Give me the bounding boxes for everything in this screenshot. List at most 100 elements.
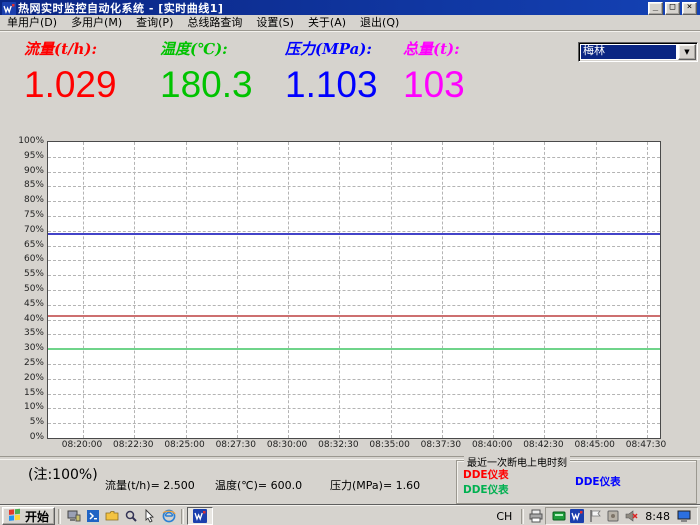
power-event-panel: 最近一次断电上电时刻 DDE仪表DDE仪表DDE仪表 bbox=[456, 460, 697, 504]
series-line-0 bbox=[48, 233, 660, 235]
minimize-button[interactable]: _ bbox=[648, 2, 663, 15]
y-axis-label: 0% bbox=[4, 432, 44, 442]
gridline bbox=[48, 246, 660, 247]
gridline bbox=[48, 379, 660, 380]
y-axis-label: 25% bbox=[4, 358, 44, 368]
taskbar-separator bbox=[58, 509, 61, 524]
y-axis-label: 45% bbox=[4, 299, 44, 309]
x-axis-label: 08:42:30 bbox=[514, 440, 572, 450]
start-button[interactable]: 开始 bbox=[2, 507, 55, 525]
desktop-icon[interactable] bbox=[65, 508, 82, 524]
x-axis-label: 08:22:30 bbox=[104, 440, 162, 450]
readout-temperature: 温度(℃):180.3 bbox=[160, 38, 253, 105]
readout-total: 总量(t):103 bbox=[403, 38, 465, 105]
menu-item[interactable]: 单用户(D) bbox=[0, 15, 64, 30]
station-dropdown-value: 梅林 bbox=[581, 45, 676, 59]
gridline bbox=[48, 260, 660, 261]
menu-item[interactable]: 退出(Q) bbox=[353, 15, 406, 30]
y-axis-label: 5% bbox=[4, 417, 44, 427]
scale-note: (注:100%) bbox=[28, 464, 98, 484]
gridline bbox=[48, 172, 660, 173]
x-axis-label: 08:20:00 bbox=[53, 440, 111, 450]
terminal-icon[interactable] bbox=[84, 508, 101, 524]
chevron-down-icon[interactable]: ▼ bbox=[678, 44, 696, 60]
y-axis-label: 35% bbox=[4, 328, 44, 338]
menu-item[interactable]: 多用户(M) bbox=[64, 15, 129, 30]
close-button[interactable]: × bbox=[682, 2, 697, 15]
taskbar-separator bbox=[521, 509, 524, 524]
flag-icon[interactable] bbox=[587, 509, 603, 523]
x-axis-label: 08:37:30 bbox=[412, 440, 470, 450]
gridline bbox=[48, 201, 660, 202]
gridline bbox=[48, 423, 660, 424]
search-icon[interactable] bbox=[122, 508, 139, 524]
readout-flow: 流量(t/h):1.029 bbox=[24, 38, 117, 105]
network-icon[interactable] bbox=[551, 509, 567, 523]
y-axis-label: 75% bbox=[4, 210, 44, 220]
gridline bbox=[48, 157, 660, 158]
readout-label-pressure: 压力(MPa): bbox=[285, 38, 378, 59]
window-title: 热网实时监控自动化系统 - [实时曲线1] bbox=[18, 0, 223, 16]
station-dropdown[interactable]: 梅林 ▼ bbox=[578, 42, 698, 62]
screen: 热网实时监控自动化系统 - [实时曲线1] _ □ × 单用户(D)多用户(M)… bbox=[0, 0, 700, 525]
readout-value-flow: 1.029 bbox=[24, 65, 117, 105]
gridline bbox=[83, 142, 84, 438]
y-axis-label: 70% bbox=[4, 225, 44, 235]
gridline bbox=[48, 334, 660, 335]
taskbar-separator bbox=[181, 509, 184, 524]
gridline bbox=[442, 142, 443, 438]
readout-value-pressure: 1.103 bbox=[285, 65, 378, 105]
device-icon[interactable] bbox=[605, 509, 621, 523]
y-axis-label: 40% bbox=[4, 314, 44, 324]
gridline bbox=[48, 320, 660, 321]
printer-icon[interactable] bbox=[528, 509, 544, 523]
y-axis-label: 60% bbox=[4, 254, 44, 264]
speaker-muted-icon[interactable] bbox=[623, 509, 639, 523]
start-button-label: 开始 bbox=[25, 508, 49, 525]
readout-value-temperature: 180.3 bbox=[160, 65, 253, 105]
menu-item[interactable]: 关于(A) bbox=[301, 15, 353, 30]
gridline bbox=[596, 142, 597, 438]
y-axis-label: 20% bbox=[4, 373, 44, 383]
menu-item[interactable]: 总线路查询 bbox=[180, 15, 249, 30]
quick-launch-bar bbox=[64, 508, 178, 524]
menu-item[interactable]: 设置(S) bbox=[249, 15, 301, 30]
power-item: DDE仪表 bbox=[463, 482, 509, 497]
series-line-1 bbox=[48, 315, 660, 317]
y-axis-label: 80% bbox=[4, 195, 44, 205]
readout-pressure: 压力(MPa): 1.103 bbox=[285, 38, 378, 105]
display-icon[interactable] bbox=[676, 509, 692, 523]
gridline bbox=[48, 231, 660, 232]
title-bar: 热网实时监控自动化系统 - [实时曲线1] _ □ × bbox=[0, 0, 700, 15]
app-task-button[interactable] bbox=[187, 507, 213, 525]
gridline bbox=[237, 142, 238, 438]
gridline bbox=[48, 305, 660, 306]
series-line-2 bbox=[48, 348, 660, 350]
gridline bbox=[391, 142, 392, 438]
gridline bbox=[493, 142, 494, 438]
tray-left-icons bbox=[527, 509, 545, 523]
y-axis-label: 55% bbox=[4, 269, 44, 279]
tray-clock[interactable]: 8:48 bbox=[640, 510, 675, 523]
y-axis-label: 15% bbox=[4, 388, 44, 398]
y-axis-label: 50% bbox=[4, 284, 44, 294]
gridline bbox=[134, 142, 135, 438]
gridline bbox=[48, 275, 660, 276]
menu-item[interactable]: 查询(P) bbox=[129, 15, 180, 30]
restore-button[interactable]: □ bbox=[665, 2, 680, 15]
app-icon[interactable] bbox=[569, 509, 585, 523]
gridline bbox=[544, 142, 545, 438]
ie-icon[interactable] bbox=[160, 508, 177, 524]
pointer-icon[interactable] bbox=[141, 508, 158, 524]
taskbar: 开始 CH 8:48 bbox=[0, 505, 700, 525]
gridline bbox=[48, 216, 660, 217]
x-axis-label: 08:40:00 bbox=[463, 440, 521, 450]
app-icon bbox=[2, 2, 14, 14]
folder-icon[interactable] bbox=[103, 508, 120, 524]
x-axis-label: 08:35:00 bbox=[361, 440, 419, 450]
gridline bbox=[48, 364, 660, 365]
language-indicator[interactable]: CH bbox=[490, 510, 518, 523]
system-tray: CH 8:48 bbox=[490, 506, 700, 525]
readout-label-total: 总量(t): bbox=[403, 38, 465, 59]
x-axis-label: 08:45:00 bbox=[566, 440, 624, 450]
